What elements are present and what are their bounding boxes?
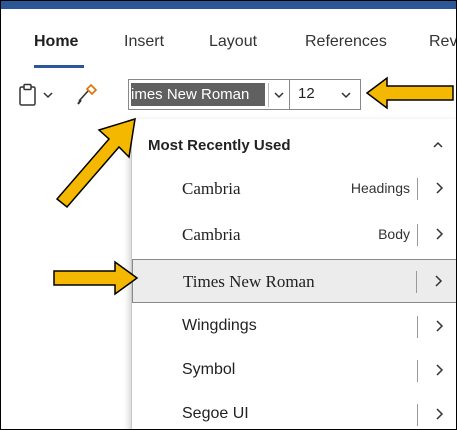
font-name-dropdown-button[interactable] xyxy=(268,83,289,107)
clipboard-icon xyxy=(19,83,36,106)
format-painter-icon xyxy=(77,83,98,105)
chevron-up-icon xyxy=(433,141,443,148)
font-item-name: Segoe UI xyxy=(182,405,249,422)
chevron-down-icon xyxy=(43,92,53,99)
font-item-expand-button[interactable] xyxy=(434,407,444,426)
callout-arrow-right-icon xyxy=(53,260,139,296)
chevron-right-icon xyxy=(436,364,444,376)
font-item-name: Times New Roman xyxy=(183,272,315,291)
font-dropdown-list: Most Recently Used Cambria Headings Camb… xyxy=(131,119,456,429)
chevron-right-icon xyxy=(436,182,444,194)
font-item-name: Cambria xyxy=(182,225,241,244)
paste-options-button[interactable] xyxy=(42,81,54,109)
tab-insert[interactable]: Insert xyxy=(124,33,164,51)
chevron-right-icon xyxy=(435,275,443,287)
chevron-right-icon xyxy=(436,320,444,332)
chevron-right-icon xyxy=(436,408,444,420)
font-item-cambria-body[interactable]: Cambria Body xyxy=(132,213,456,257)
divider xyxy=(417,360,418,382)
paste-button[interactable] xyxy=(18,81,38,109)
font-item-expand-button[interactable] xyxy=(434,319,444,338)
font-item-tag: Headings xyxy=(350,180,410,196)
font-size-input[interactable]: 12 xyxy=(298,85,315,102)
chevron-down-icon xyxy=(341,92,351,99)
font-item-wingdings[interactable]: Wingdings xyxy=(132,305,456,349)
divider xyxy=(417,404,418,426)
title-bar xyxy=(1,1,456,9)
font-item-cambria-headings[interactable]: Cambria Headings xyxy=(132,167,456,211)
divider xyxy=(416,271,417,293)
collapse-button[interactable] xyxy=(432,137,444,155)
word-window: Home Insert Layout References Rev imes N… xyxy=(0,0,457,430)
callout-arrow-diagonal-icon xyxy=(55,117,136,209)
chevron-right-icon xyxy=(436,228,444,240)
divider xyxy=(417,178,418,200)
font-item-name: Wingdings xyxy=(182,317,257,334)
font-name-combobox[interactable]: imes New Roman xyxy=(128,79,290,110)
font-item-expand-button[interactable] xyxy=(433,274,443,293)
font-item-tag: Body xyxy=(378,226,410,242)
font-size-combobox[interactable]: 12 xyxy=(289,79,361,110)
font-item-expand-button[interactable] xyxy=(434,363,444,382)
recently-used-header[interactable]: Most Recently Used xyxy=(132,119,456,163)
divider xyxy=(417,224,418,246)
divider xyxy=(417,316,418,338)
callout-arrow-left-icon xyxy=(365,76,454,110)
chevron-down-icon xyxy=(274,92,284,99)
tab-layout[interactable]: Layout xyxy=(209,33,257,51)
font-item-times-new-roman[interactable]: Times New Roman xyxy=(132,259,456,303)
font-item-expand-button[interactable] xyxy=(434,181,444,200)
ribbon-tabs: Home Insert Layout References Rev xyxy=(1,9,456,69)
tab-home[interactable]: Home xyxy=(34,33,78,51)
font-item-symbol[interactable]: Symbol xyxy=(132,349,456,393)
tab-references[interactable]: References xyxy=(305,33,387,51)
font-item-expand-button[interactable] xyxy=(434,227,444,246)
font-item-name: Symbol xyxy=(182,361,236,378)
section-title: Most Recently Used xyxy=(148,137,291,154)
tab-review[interactable]: Rev xyxy=(429,33,456,51)
font-item-name: Cambria xyxy=(182,179,241,198)
active-tab-indicator xyxy=(34,65,84,68)
font-item-segoe-ui[interactable]: Segoe UI xyxy=(132,393,456,429)
format-painter-button[interactable] xyxy=(75,81,99,109)
font-name-input[interactable]: imes New Roman xyxy=(131,83,265,106)
font-size-dropdown-button[interactable] xyxy=(340,87,352,105)
